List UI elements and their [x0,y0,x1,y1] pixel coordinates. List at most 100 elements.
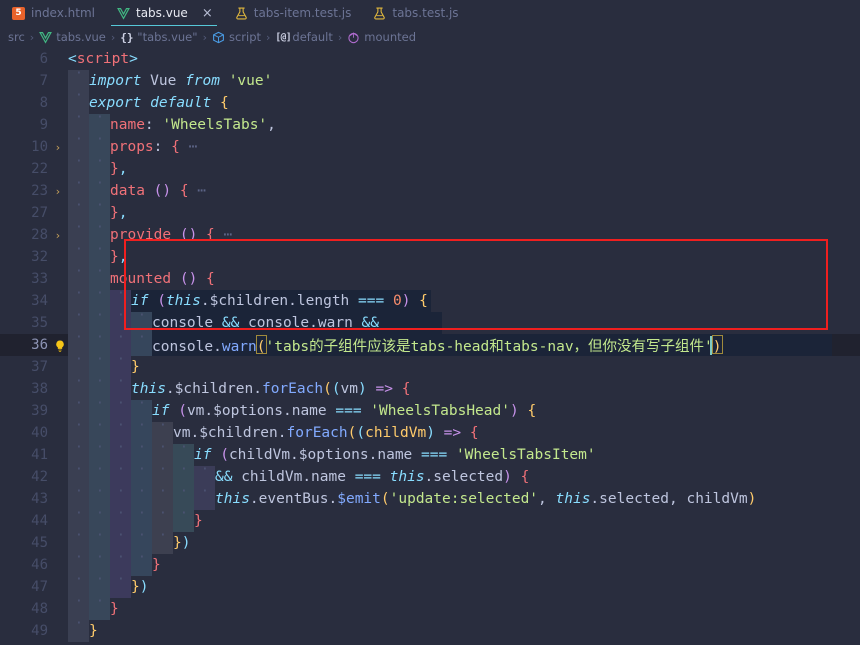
breadcrumb-separator: › [29,30,35,44]
code-token: this [389,469,425,485]
code-token: if [152,403,170,419]
code-token: childVm [228,447,291,463]
code-token: selected [433,469,504,485]
code-line[interactable]: 40vm.$children.forEach((childVm) => { [0,418,860,444]
code-text: mounted () { [110,271,215,287]
editor-tab-tabs-item-test-js[interactable]: tabs-item.test.js [223,0,362,26]
code-line[interactable]: 23› data () { ⋯ [0,176,860,202]
code-line[interactable]: 34 if (this.$children.length === 0) { [0,286,860,312]
code-token: ) [747,491,757,507]
code-token: name [377,447,413,463]
code-line[interactable]: 8 export default { [0,88,860,114]
code-line[interactable]: 28› provide () { ⋯ [0,220,860,246]
code-text: if (this.$children.length === 0) { [131,293,428,309]
code-token: , [118,249,128,265]
code-token: ) [503,469,512,485]
code-line[interactable]: 7 import Vue from 'vue' [0,66,860,92]
vue-icon [117,7,130,20]
breadcrumb-item-mounted[interactable]: mounted [347,30,416,44]
tab-label: tabs.test.js [392,6,459,20]
code-token: . [424,469,434,485]
code-token: if [194,447,212,463]
code-line[interactable]: 32}, [0,242,860,268]
breadcrumb-item-default[interactable]: [@] default [275,30,332,44]
breadcrumb-item--tabs-vue-[interactable]: {} "tabs.vue" [120,30,197,44]
code-token: () [171,271,207,287]
code-line[interactable]: 48} [0,594,860,620]
code-token: { [401,381,411,397]
tab-label: index.html [31,6,95,20]
text-cursor [710,336,712,355]
code-token: ( [169,403,187,419]
code-token: $children [174,381,254,397]
tab-close-icon[interactable]: × [202,7,213,20]
lightbulb-quickfix-icon[interactable] [53,338,67,352]
code-line[interactable]: 46} [0,550,860,576]
breadcrumb-item-script[interactable]: script [212,30,261,44]
breadcrumb-item-src[interactable]: src [8,30,25,44]
code-token: . [204,403,214,419]
code-line[interactable]: 41if (childVm.$options.name === 'WheelsT… [0,440,860,466]
line-number: 27 [31,205,48,221]
code-line[interactable]: 39if (vm.$options.name === 'WheelsTabsHe… [0,396,860,422]
code-line[interactable]: 37} [0,352,860,378]
code-text: this.eventBus.$emit('update:selected', t… [215,491,756,507]
breadcrumb-item-tabs-vue[interactable]: tabs.vue [39,30,106,44]
vue-icon [39,31,53,44]
code-token: . [282,403,292,419]
code-line[interactable]: 9 name: 'WheelsTabs', [0,110,860,136]
code-line[interactable]: 49} [0,616,860,642]
fold-chevron-icon[interactable]: › [48,141,68,154]
code-token: export [89,95,142,111]
code-line[interactable]: 45}) [0,528,860,554]
code-line[interactable]: 6 <script> [0,48,860,70]
fold-chevron-icon[interactable]: › [48,229,68,242]
code-token: vm [186,403,205,419]
code-line[interactable]: 10› props: { ⋯ [0,132,860,158]
code-line[interactable]: 44} [0,506,860,532]
code-editor[interactable]: 6<script>7import Vue from 'vue'8export d… [0,48,860,645]
code-text: }) [173,535,190,551]
code-line[interactable]: 33 mounted () { [0,264,860,290]
code-line[interactable]: 42&& childVm.name === this.selected) { [0,462,860,488]
code-text: if (childVm.$options.name === 'WheelsTab… [194,447,596,463]
code-token: () [144,183,180,199]
code-text: data () { ⋯ [110,183,206,199]
fold-chevron-icon[interactable]: › [48,185,68,198]
code-token: ( [323,381,332,397]
code-line[interactable]: 36 console.warn('tabs的子组件应该是tabs-head和tab… [0,330,860,356]
code-token: ⋯ [214,227,233,243]
code-text: import Vue from 'vue' [89,73,272,89]
code-line[interactable]: 43 this.eventBus.$emit('update:selected',… [0,484,860,510]
code-token: warn [221,338,257,355]
code-line[interactable]: 27}, [0,198,860,224]
code-token: default [150,95,212,111]
at-symbol-icon: [@] [275,31,292,43]
code-text: props: { ⋯ [110,139,197,155]
code-token: . [290,447,299,463]
line-number: 34 [31,293,48,309]
code-token: , [267,117,276,133]
code-line[interactable]: 22}, [0,154,860,180]
code-token: : [153,139,172,155]
code-line[interactable]: 38this.$children.forEach((vm) => { [0,374,860,400]
code-token: console [152,338,214,355]
code-token: warn [317,315,353,331]
code-token: mounted [110,271,172,287]
editor-tab-tabs-vue[interactable]: tabs.vue × [104,0,223,26]
code-token: . [190,425,200,441]
code-token: === [412,447,456,463]
editor-tab-tabs-test-js[interactable]: tabs.test.js [361,0,468,26]
line-number: 43 [31,491,48,507]
editor-tab-index-html[interactable]: 5 index.html [0,0,105,26]
indent-guides [68,440,194,466]
breadcrumb-label: "tabs.vue" [137,30,198,44]
code-token: 'update:selected' [389,491,539,507]
code-token: ⋯ [188,183,207,199]
code-line[interactable]: 35 console && console.warn && [0,308,860,334]
code-token: . [590,491,600,507]
code-token: { [219,95,229,111]
code-token: , [669,491,687,507]
code-line[interactable]: 47}) [0,572,860,598]
code-token: forEach [286,425,348,441]
